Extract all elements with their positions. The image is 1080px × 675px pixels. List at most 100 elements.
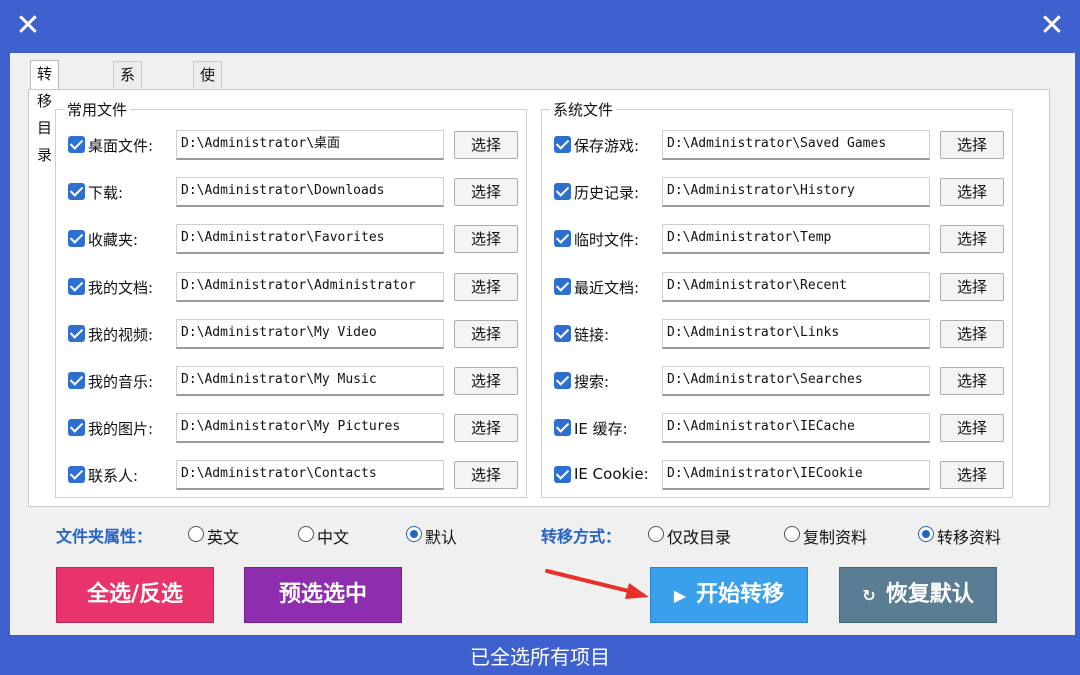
row-label: 下载: (88, 184, 124, 203)
row-label: 我的音乐: (88, 373, 154, 391)
path-input[interactable]: D:\Administrator\Links (662, 318, 930, 349)
button-label: 全选/反选 (86, 582, 184, 607)
choose-button[interactable]: 选择 (454, 272, 518, 301)
group-title: 常用文件 (64, 99, 131, 120)
title-bar: ✕ ✕ (0, 0, 1080, 53)
choose-button[interactable]: 选择 (454, 461, 518, 490)
choose-button[interactable]: 选择 (454, 367, 518, 395)
dir-row: 我的文档: D:\Administrator\Administrator 选择 (56, 271, 526, 303)
radio-dot (188, 526, 204, 542)
tab-panel: 常用文件 桌面文件: D:\Administrator\桌面 选择 下载: D:\Adm… (28, 89, 1050, 507)
close-icon[interactable]: ✕ (1032, 6, 1072, 46)
path-input[interactable]: D:\Administrator\Administrator (176, 271, 444, 302)
row-label: 临时文件: (574, 231, 640, 250)
choose-button[interactable]: 选择 (940, 131, 1004, 159)
dir-row: 我的音乐: D:\Administrator\My Music 选择 (56, 365, 526, 397)
path-input[interactable]: D:\Administrator\My Pictures (176, 413, 444, 444)
start-transfer-button[interactable]: ▶ 开始转移 (650, 567, 808, 623)
system-files-group: 系统文件 保存游戏: D:\Administrator\Saved Games 选择… (541, 99, 1013, 498)
refresh-icon: ↻ (862, 586, 876, 605)
row-checkbox[interactable] (554, 183, 571, 201)
radio-dot (406, 526, 422, 542)
row-checkbox[interactable] (68, 372, 85, 389)
path-input[interactable]: D:\Administrator\IECookie (662, 460, 930, 491)
choose-button[interactable]: 选择 (454, 131, 518, 159)
path-input[interactable]: D:\Administrator\Favorites (176, 224, 444, 255)
choose-button[interactable]: 选择 (454, 414, 518, 443)
dir-row: 我的图片: D:\Administrator\My Pictures 选择 (56, 412, 526, 444)
row-checkbox[interactable] (554, 230, 571, 248)
radio-dot (918, 526, 934, 542)
row-checkbox[interactable] (68, 419, 85, 437)
dir-row: IE 缓存: D:\Administrator\IECache 选择 (542, 412, 1012, 444)
row-label: IE 缓存: (574, 420, 628, 439)
dir-row: 搜索: D:\Administrator\Searches 选择 (542, 365, 1012, 397)
choose-button[interactable]: 选择 (940, 272, 1004, 301)
path-input[interactable]: D:\Administrator\History (662, 177, 930, 208)
choose-button[interactable]: 选择 (940, 178, 1004, 207)
row-label: 我的图片: (88, 420, 154, 439)
row-label: 桌面文件: (88, 137, 154, 155)
row-checkbox[interactable] (68, 136, 85, 153)
choose-button[interactable]: 选择 (940, 319, 1004, 348)
tab-transfer-dirs[interactable]: 转移目录 (30, 60, 60, 164)
row-checkbox[interactable] (68, 183, 85, 201)
choose-button[interactable]: 选择 (454, 225, 518, 254)
transfer-mode-title: 转移方式： (541, 527, 622, 546)
radio-dot (298, 526, 314, 542)
row-checkbox[interactable] (554, 372, 571, 389)
dir-row: 桌面文件: D:\Administrator\桌面 选择 (56, 129, 526, 161)
choose-button[interactable]: 选择 (940, 414, 1004, 443)
preselect-button[interactable]: 预选选中 (244, 567, 402, 623)
close-icon[interactable]: ✕ (8, 6, 48, 46)
radio-label: 仅改目录 (667, 528, 732, 547)
row-checkbox[interactable] (68, 324, 85, 342)
row-checkbox[interactable] (68, 466, 85, 484)
path-input[interactable]: D:\Administrator\Saved Games (662, 130, 930, 160)
path-input[interactable]: D:\Administrator\桌面 (176, 130, 444, 160)
row-checkbox[interactable] (68, 277, 85, 295)
path-input[interactable]: D:\Administrator\Searches (662, 366, 930, 396)
dir-row: 联系人: D:\Administrator\Contacts 选择 (56, 459, 526, 491)
select-all-button[interactable]: 全选/反选 (56, 567, 214, 623)
path-input[interactable]: D:\Administrator\Contacts (176, 460, 444, 491)
dir-row: 链接: D:\Administrator\Links 选择 (542, 318, 1012, 350)
tab-usage[interactable]: 使用说明 (193, 61, 223, 165)
row-label: IE Cookie: (574, 465, 649, 484)
row-checkbox[interactable] (554, 419, 571, 437)
arrow-annotation-icon (545, 569, 649, 599)
play-icon: ▶ (673, 586, 687, 605)
choose-button[interactable]: 选择 (940, 461, 1004, 490)
choose-button[interactable]: 选择 (940, 225, 1004, 254)
dir-row: 收藏夹: D:\Administrator\Favorites 选择 (56, 223, 526, 255)
path-input[interactable]: D:\Administrator\My Video (176, 318, 444, 349)
path-input[interactable]: D:\Administrator\Temp (662, 224, 930, 255)
path-input[interactable]: D:\Administrator\My Music (176, 366, 444, 396)
choose-button[interactable]: 选择 (454, 178, 518, 207)
path-input[interactable]: D:\Administrator\Downloads (176, 177, 444, 208)
row-checkbox[interactable] (554, 277, 571, 295)
row-label: 搜索: (574, 373, 610, 391)
restore-default-button[interactable]: ↻ 恢复默认 (839, 567, 997, 623)
path-input[interactable]: D:\Administrator\IECache (662, 413, 930, 444)
dir-row: IE Cookie: D:\Administrator\IECookie 选择 (542, 459, 1012, 491)
path-input[interactable]: D:\Administrator\Recent (662, 271, 930, 302)
radio-label: 转移资料 (937, 528, 1002, 547)
tab-system-dirs[interactable]: 系统目录 (113, 61, 143, 165)
folder-attr-title: 文件夹属性： (56, 527, 153, 546)
row-checkbox[interactable] (554, 324, 571, 342)
row-checkbox[interactable] (554, 136, 571, 153)
row-label: 最近文档: (574, 278, 640, 297)
button-label: 开始转移 (696, 582, 785, 607)
button-label: 恢复默认 (885, 582, 974, 607)
status-text: 已全选所有项目 (470, 645, 610, 669)
choose-button[interactable]: 选择 (940, 367, 1004, 395)
choose-button[interactable]: 选择 (454, 319, 518, 348)
radio-dot (648, 526, 664, 542)
group-title: 系统文件 (550, 99, 617, 120)
row-label: 联系人: (88, 467, 139, 486)
radio-dot (784, 526, 800, 542)
dir-row: 最近文档: D:\Administrator\Recent 选择 (542, 271, 1012, 303)
row-checkbox[interactable] (68, 230, 85, 248)
row-checkbox[interactable] (554, 466, 571, 484)
